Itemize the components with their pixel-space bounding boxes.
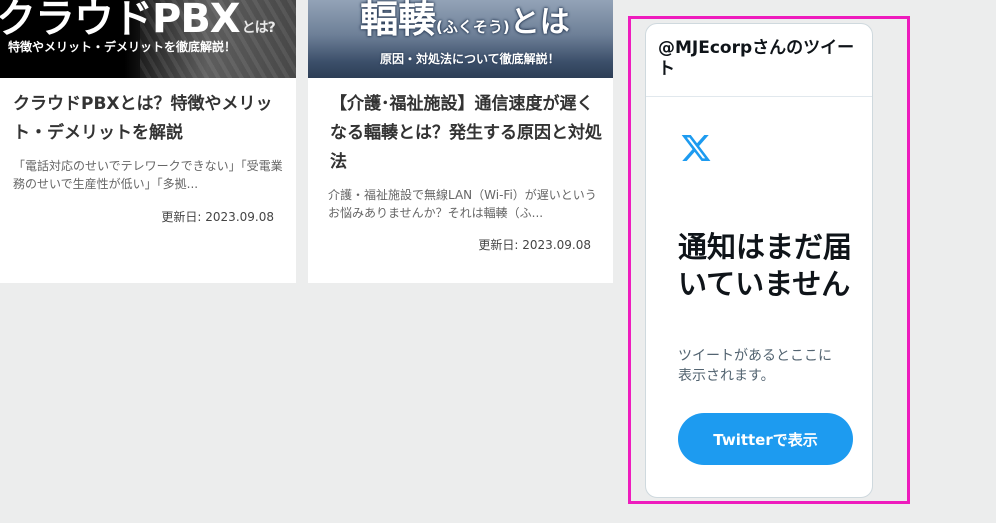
article-thumbnail[interactable]: 輻輳(ふくそう)とは 原因・対処法について徹底解説！ (308, 0, 613, 78)
empty-state-text: ツイートがあるとここに表示されます。 (678, 348, 832, 384)
twitter-timeline-widget: @MJEcorpさんのツイート 通知はまだ届いていません ツイートがあるとここに… (645, 23, 873, 498)
article-title[interactable]: 【介護･福祉施設】通信速度が遅くなる輻輳とは？発生する原因と対処法 (330, 90, 605, 177)
article-card-congestion[interactable]: 輻輳(ふくそう)とは 原因・対処法について徹底解説！ 【介護･福祉施設】通信速度… (308, 0, 613, 283)
thumbnail-subtitle: 特徴やメリット・デメリットを徹底解説！ (8, 40, 237, 54)
article-updated-date: 更新日: 2023.09.08 (478, 238, 591, 252)
empty-state-title: 通知はまだ届いていません (678, 230, 853, 301)
thumbnail-subtitle: 原因・対処法について徹底解説！ (380, 52, 560, 66)
article-updated-date: 更新日: 2023.09.08 (161, 210, 274, 224)
x-logo-icon (681, 135, 711, 161)
twitter-widget-header[interactable]: @MJEcorpさんのツイート (646, 24, 872, 97)
article-description: 介護・福祉施設で無線LAN（Wi-Fi）が遅いというお悩みありませんか？それは輻… (328, 188, 597, 220)
article-thumbnail[interactable]: クラウドPBX とは? 特徴やメリット・デメリットを徹底解説！ (0, 0, 296, 78)
article-title[interactable]: クラウドPBXとは？特徴やメリット・デメリットを解説 (13, 90, 283, 148)
article-card-cloud-pbx[interactable]: クラウドPBX とは? 特徴やメリット・デメリットを徹底解説！ クラウドPBXとは… (0, 0, 296, 283)
view-on-twitter-button[interactable]: Twitterで表示 (678, 413, 853, 465)
thumbnail-title: 輻輳(ふくそう)とは (360, 0, 570, 41)
article-description: 「電話対応のせいでテレワークできない」「受電業務のせいで生産性が低い」「多拠..… (13, 159, 283, 191)
